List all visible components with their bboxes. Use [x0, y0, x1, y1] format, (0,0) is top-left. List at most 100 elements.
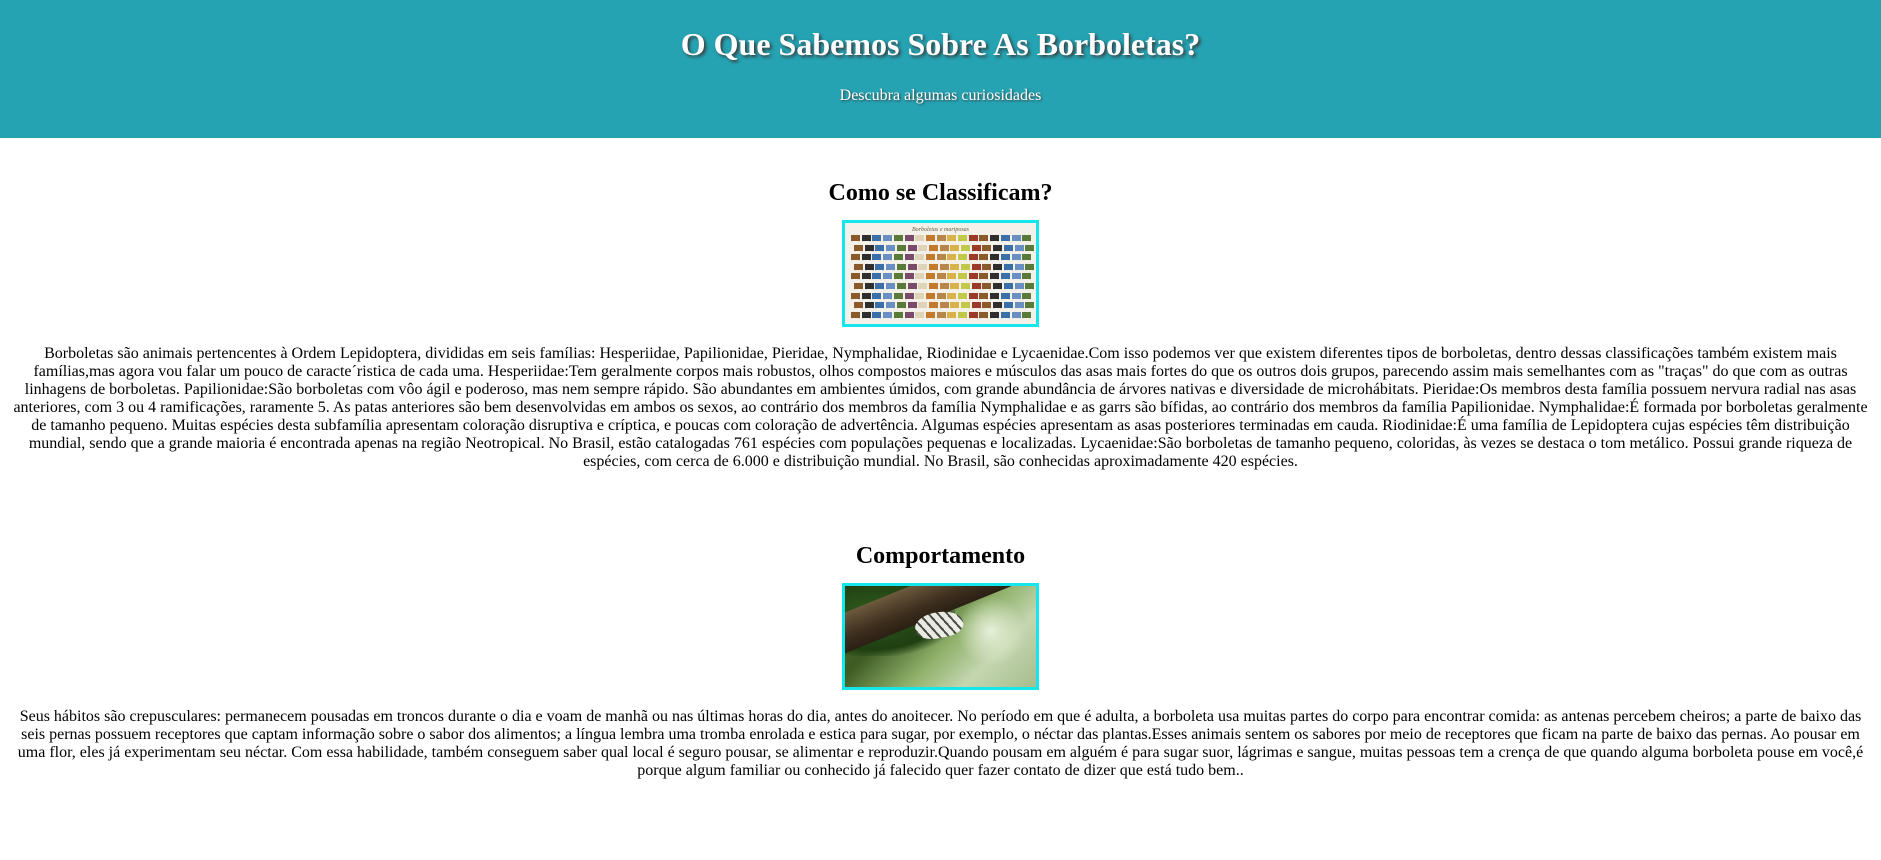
chart-butterfly-icon	[915, 292, 925, 299]
chart-butterfly-icon	[915, 273, 925, 280]
chart-butterfly-icon	[1000, 254, 1010, 261]
chart-butterfly-icon	[925, 235, 935, 241]
chart-butterfly-icon	[854, 302, 863, 309]
chart-butterfly-icon	[961, 263, 970, 270]
chart-butterfly-icon	[968, 273, 978, 280]
chart-butterfly-icon	[883, 311, 893, 318]
chart-butterfly-icon	[872, 235, 882, 241]
chart-butterfly-icon	[928, 263, 938, 270]
chart-butterfly-icon	[1022, 292, 1032, 299]
chart-butterfly-icon	[950, 244, 960, 251]
chart-butterfly-icon	[947, 292, 957, 299]
chart-butterfly-icon	[886, 283, 896, 289]
chart-butterfly-icon	[1022, 254, 1032, 261]
chart-butterfly-icon	[971, 283, 981, 289]
chart-butterfly-icon	[918, 283, 928, 289]
section-behaviour: Comportamento Seus hábitos são crepuscul…	[0, 471, 1881, 780]
chart-butterfly-icon	[904, 254, 914, 261]
chart-butterfly-icon	[925, 273, 935, 280]
chart-butterfly-icon	[971, 244, 981, 251]
chart-butterfly-icon	[947, 254, 957, 261]
chart-butterfly-icon	[1025, 263, 1035, 270]
chart-butterfly-icon	[958, 254, 967, 261]
chart-butterfly-icon	[861, 273, 871, 280]
chart-butterfly-icon	[896, 244, 906, 251]
chart-butterfly-icon	[875, 283, 885, 289]
chart-butterfly-icon	[1000, 292, 1010, 299]
chart-butterfly-icon	[925, 254, 935, 261]
chart-butterfly-icon	[854, 283, 863, 289]
chart-butterfly-icon	[925, 292, 935, 299]
section-classification: Como se Classificam? Borboletas e maripo…	[0, 138, 1881, 471]
chart-butterfly-icon	[886, 244, 896, 251]
chart-butterfly-icon	[851, 292, 860, 299]
section-text: Seus hábitos são crepusculares: permanec…	[17, 708, 1864, 779]
chart-butterfly-icon	[896, 302, 906, 309]
chart-butterfly-icon	[1025, 244, 1035, 251]
page-subtitle: Descubra algumas curiosidades	[839, 87, 1042, 104]
chart-butterfly-icon	[1000, 273, 1010, 280]
chart-butterfly-icon	[872, 292, 882, 299]
chart-butterfly-icon	[864, 302, 874, 309]
chart-butterfly-icon	[1000, 235, 1010, 241]
chart-butterfly-icon	[993, 244, 1003, 251]
chart-butterfly-icon	[936, 311, 946, 318]
behaviour-image	[842, 583, 1039, 690]
photo-light	[956, 596, 1026, 666]
chart-butterfly-icon	[958, 273, 967, 280]
chart-butterfly-icon	[936, 254, 946, 261]
chart-butterfly-icon	[861, 235, 871, 241]
chart-butterfly-icon	[915, 254, 925, 261]
chart-butterfly-icon	[1011, 292, 1021, 299]
chart-butterfly-icon	[907, 302, 917, 309]
chart-butterfly-icon	[851, 235, 860, 241]
chart-butterfly-icon	[1011, 273, 1021, 280]
chart-butterfly-icon	[1011, 235, 1021, 241]
chart-butterfly-icon	[1003, 263, 1013, 270]
chart-butterfly-icon	[883, 254, 893, 261]
chart-butterfly-icon	[1022, 235, 1032, 241]
chart-butterfly-icon	[979, 273, 989, 280]
chart-butterfly-icon	[971, 263, 981, 270]
chart-butterfly-icon	[968, 254, 978, 261]
chart-butterfly-icon	[854, 263, 863, 270]
chart-butterfly-icon	[993, 263, 1003, 270]
chart-butterfly-icon	[928, 244, 938, 251]
chart-butterfly-icon	[875, 244, 885, 251]
chart-butterfly-icon	[982, 302, 992, 309]
chart-butterfly-icon	[854, 244, 863, 251]
chart-butterfly-icon	[990, 254, 1000, 261]
chart-butterfly-icon	[886, 263, 896, 270]
chart-butterfly-icon	[1022, 311, 1032, 318]
butterfly-photo	[845, 586, 1036, 687]
chart-butterfly-icon	[1022, 273, 1032, 280]
chart-butterfly-icon	[947, 235, 957, 241]
chart-butterfly-icon	[861, 292, 871, 299]
chart-butterfly-icon	[918, 302, 928, 309]
chart-butterfly-icon	[990, 292, 1000, 299]
chart-butterfly-icon	[851, 273, 860, 280]
chart-butterfly-icon	[947, 273, 957, 280]
chart-butterfly-icon	[958, 311, 967, 318]
chart-butterfly-icon	[950, 263, 960, 270]
chart-butterfly-icon	[861, 311, 871, 318]
section-title: Como se Classificam?	[828, 180, 1053, 206]
chart-butterfly-icon	[918, 244, 928, 251]
chart-butterfly-icon	[893, 273, 903, 280]
chart-butterfly-icon	[939, 302, 949, 309]
chart-butterfly-icon	[928, 302, 938, 309]
chart-butterfly-icon	[1025, 302, 1035, 309]
chart-butterfly-icon	[893, 235, 903, 241]
chart-butterfly-icon	[968, 292, 978, 299]
chart-butterfly-icon	[958, 235, 967, 241]
chart-butterfly-icon	[982, 283, 992, 289]
chart-butterfly-icon	[864, 283, 874, 289]
chart-butterfly-icon	[886, 302, 896, 309]
chart-butterfly-icon	[1014, 244, 1024, 251]
section-title: Comportamento	[855, 543, 1026, 569]
chart-butterfly-icon	[961, 244, 970, 251]
chart-butterfly-icon	[883, 235, 893, 241]
chart-butterfly-icon	[961, 302, 970, 309]
chart-butterfly-icon	[928, 283, 938, 289]
chart-butterfly-icon	[939, 283, 949, 289]
